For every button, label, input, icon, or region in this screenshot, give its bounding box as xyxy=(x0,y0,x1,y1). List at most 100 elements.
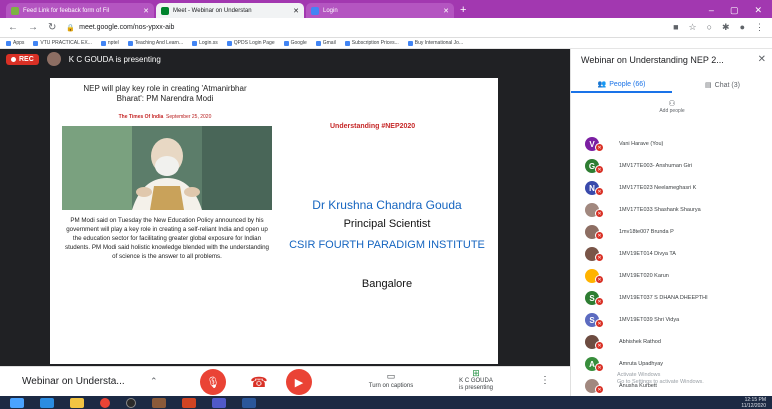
add-people-button[interactable]: ⚇ Add people xyxy=(571,99,772,114)
forward-icon[interactable]: → xyxy=(28,22,38,33)
word-icon[interactable] xyxy=(242,397,256,408)
cortana-icon[interactable] xyxy=(126,397,136,408)
record-dot-icon xyxy=(11,56,16,62)
speaker-name: Dr Krushna Chandra Gouda xyxy=(312,198,462,212)
profile-icon[interactable]: ● xyxy=(740,22,745,33)
tab-people[interactable]: 👥 People (66) xyxy=(571,77,672,93)
people-icon: 👥 xyxy=(597,81,607,88)
reload-icon[interactable]: ↻ xyxy=(48,22,56,33)
star-icon[interactable]: ☆ xyxy=(689,22,697,33)
participant-name: 1MV19ET039 Shri Vidya xyxy=(619,317,680,323)
menu-icon[interactable]: ⋮ xyxy=(755,22,764,33)
bookmark-buy[interactable]: Buy International Jo... xyxy=(407,40,463,46)
bookmark-nptel[interactable]: nptel xyxy=(100,40,119,46)
bookmark-subscription[interactable]: Subscription Prices... xyxy=(344,40,399,46)
participant-name: 1MV17TE023 Neelameghasri K xyxy=(619,185,697,191)
mic-muted-icon: ✕ xyxy=(595,275,604,284)
participant-name: Amruta Upadhyay xyxy=(619,361,664,367)
participants-panel: Webinar on Understanding NEP 2... ✕ 👥 Pe… xyxy=(570,49,772,396)
bookmark-vtu[interactable]: VTU PRACTICAL EX... xyxy=(33,40,92,46)
close-tab-icon[interactable]: ✕ xyxy=(293,7,299,15)
extension-icon[interactable]: ○ xyxy=(707,22,712,33)
browser-tab-login[interactable]: Login ✕ xyxy=(306,3,454,18)
qpds-icon xyxy=(226,40,232,46)
captions-icon: ▭ xyxy=(386,371,396,381)
system-clock[interactable]: 12:15 PM 11/12/2020 xyxy=(741,397,772,409)
settings-icon[interactable] xyxy=(152,397,166,408)
tab-title: Login xyxy=(323,7,338,14)
participant-row[interactable]: G ✕ 1MV17TE003- Anshuman Giri xyxy=(571,155,772,177)
speaker-city: Bangalore xyxy=(361,278,413,290)
chevron-up-icon[interactable]: ⌃ xyxy=(150,376,158,387)
meeting-details-button[interactable]: Webinar on Understa... xyxy=(22,376,142,387)
activate-windows-watermark: Activate Windows Go to Settings to activ… xyxy=(617,372,704,385)
globe-icon xyxy=(344,40,350,46)
teaching-icon xyxy=(127,40,133,46)
browser-tab-feedback[interactable]: Feed Link for feeback form of Fil ✕ xyxy=(6,3,154,18)
add-person-icon: ⚇ xyxy=(668,99,676,108)
speaker-institute: CSIR FOURTH PARADIGM INSTITUTE xyxy=(289,239,485,251)
new-tab-icon[interactable]: + xyxy=(460,3,466,18)
mic-off-icon: 🎙 xyxy=(206,376,220,389)
file-explorer-icon[interactable] xyxy=(70,397,84,408)
slide-body-text: PM Modi said on Tuesday the New Educatio… xyxy=(65,217,269,260)
participant-name: Vani Harave (You) xyxy=(619,141,664,147)
bookmark-teaching[interactable]: Teaching And Learn... xyxy=(127,40,183,46)
back-icon[interactable]: ← xyxy=(8,22,18,33)
bookmark-qpds[interactable]: QPDS Login Page xyxy=(226,40,275,46)
camera-off-icon: ▶ xyxy=(294,376,304,389)
participant-name: Abhishek Rathod xyxy=(619,339,661,345)
tab-chat[interactable]: ▤ Chat (3) xyxy=(672,77,772,93)
participant-row[interactable]: S ✕ 1MV19ET039 Shri Vidya xyxy=(571,309,772,331)
participant-row[interactable]: S ✕ 1MV19ET037 S DHANA DHEEPTHI xyxy=(571,287,772,309)
minimize-icon[interactable]: – xyxy=(709,3,714,18)
mic-muted-icon: ✕ xyxy=(595,363,604,372)
participant-row[interactable]: ✕ 1MV19ET014 Divya TA xyxy=(571,243,772,265)
nptel-icon xyxy=(100,40,106,46)
maximize-icon[interactable]: ▢ xyxy=(730,3,739,18)
start-icon[interactable] xyxy=(10,397,24,408)
presenter-avatar xyxy=(46,52,61,66)
url-field[interactable]: 🔒 meet.google.com/nos-ypxx-aib xyxy=(66,21,663,35)
participant-row[interactable]: V ✕ Vani Harave (You) xyxy=(571,133,772,155)
participant-row[interactable]: ✕ Abhishek Rathod xyxy=(571,331,772,353)
captions-button[interactable]: ▭ Turn on captions xyxy=(356,371,426,389)
url-text: meet.google.com/nos-ypxx-aib xyxy=(79,24,175,31)
google-icon xyxy=(315,40,321,46)
shared-slide: NEP will play key role in creating 'Atma… xyxy=(50,78,498,364)
mic-muted-icon: ✕ xyxy=(595,143,604,152)
window-controls: – ▢ ✕ xyxy=(709,3,772,18)
participant-row[interactable]: ✕ 1mv18te007 Brunda P xyxy=(571,221,772,243)
close-window-icon[interactable]: ✕ xyxy=(754,3,762,18)
tab-title: Meet - Webinar on Understan xyxy=(173,7,252,14)
browser-tab-meet[interactable]: Meet - Webinar on Understan ✕ xyxy=(156,3,304,18)
puzzle-icon[interactable]: ✱ xyxy=(722,22,730,33)
bookmarks-bar: Apps VTU PRACTICAL EX... nptel Teaching … xyxy=(0,38,772,49)
windows-taskbar: 12:15 PM 11/12/2020 xyxy=(0,396,772,409)
bookmark-google[interactable]: Google xyxy=(283,40,307,46)
participant-row[interactable]: ✕ 1MV19ET020 Karun xyxy=(571,265,772,287)
sheet-favicon-icon xyxy=(11,6,19,15)
bookmark-apps[interactable]: Apps xyxy=(6,40,24,46)
chat-icon: ▤ xyxy=(705,82,712,89)
chrome-icon[interactable] xyxy=(100,397,110,408)
bookmark-gmail[interactable]: Gmail xyxy=(315,40,336,46)
camera-off-button[interactable]: ▶ xyxy=(286,369,312,395)
more-options-icon[interactable]: ⋮ xyxy=(540,375,550,386)
edge-icon[interactable] xyxy=(40,397,54,408)
powerpoint-icon[interactable] xyxy=(182,397,196,408)
close-panel-icon[interactable]: ✕ xyxy=(758,54,766,65)
close-tab-icon[interactable]: ✕ xyxy=(443,7,449,15)
participant-row[interactable]: N ✕ 1MV17TE023 Neelameghasri K xyxy=(571,177,772,199)
panel-title: Webinar on Understanding NEP 2... xyxy=(581,55,724,65)
bookmark-login[interactable]: Login.ss xyxy=(192,40,218,46)
teams-icon[interactable] xyxy=(212,397,226,408)
present-now-button[interactable]: ⊞ K C GOUDA is presenting xyxy=(446,369,506,392)
participant-row[interactable]: ✕ 1MV17TE033 Shashank Shaurya xyxy=(571,199,772,221)
close-tab-icon[interactable]: ✕ xyxy=(143,7,149,15)
participant-name: 1mv18te007 Brunda P xyxy=(619,229,674,235)
mic-off-button[interactable]: 🎙 xyxy=(200,369,226,395)
leave-call-button[interactable]: ☎ xyxy=(246,369,272,395)
pm-photo xyxy=(62,126,272,210)
camera-icon[interactable]: ■ xyxy=(673,22,678,33)
